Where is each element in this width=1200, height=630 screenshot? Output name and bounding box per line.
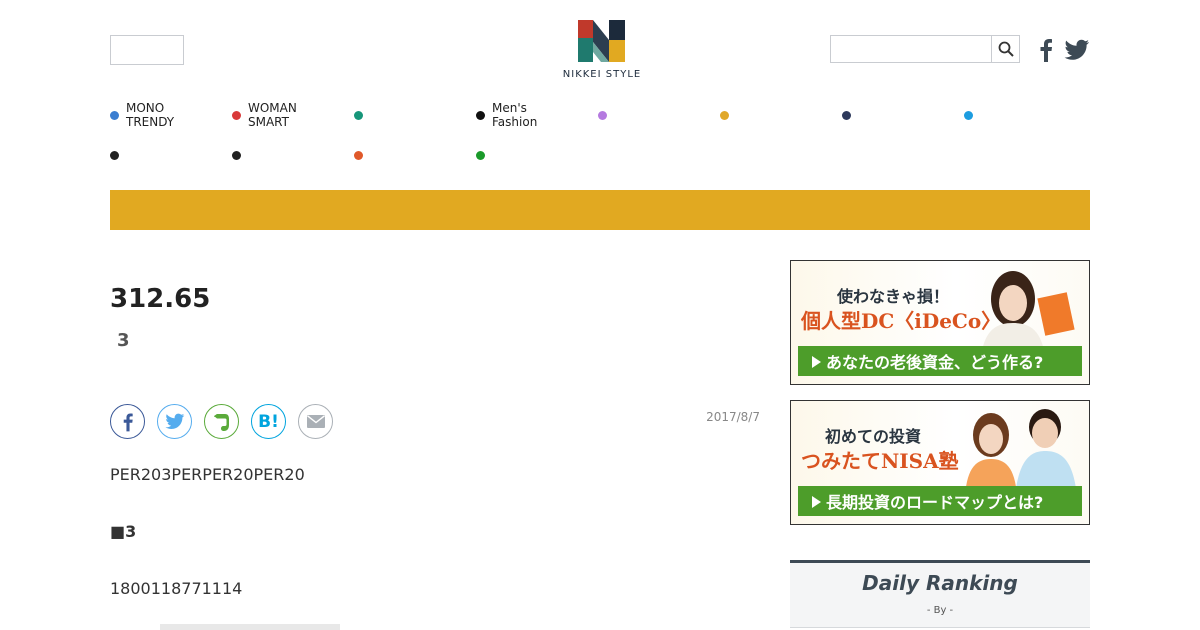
ad-ideco[interactable]: 使わなきゃ損！ 個人型DC〈iDeCo〉 あなたの老後資金、どう作る?	[790, 260, 1090, 385]
ad-cta-button[interactable]: あなたの老後資金、どう作る?	[798, 346, 1082, 376]
ranking-title: Daily Ranking	[862, 571, 1018, 595]
nav-item-category-10[interactable]	[232, 151, 248, 160]
facebook-icon	[1040, 39, 1052, 62]
category-dot-icon	[598, 111, 607, 120]
daily-ranking-panel: Daily Ranking - By -	[790, 560, 1090, 628]
article-paragraph-cutoff	[160, 624, 340, 630]
ad-cta-button[interactable]: 長期投資のロードマップとは?	[798, 486, 1082, 516]
category-dot-icon	[720, 111, 729, 120]
mail-icon	[306, 415, 325, 428]
nav-item-category-8[interactable]	[964, 111, 980, 120]
ad-cta-label: あなたの老後資金、どう作る?	[826, 353, 1044, 372]
ad-nisa[interactable]: 初めての投資 つみたてNISA塾 長期投資のロードマップとは?	[790, 400, 1090, 525]
category-dot-icon	[110, 110, 119, 120]
nav-item-label: WOMAN SMART	[248, 101, 297, 129]
article-date: 2017/8/7	[706, 410, 760, 424]
search-input[interactable]	[831, 36, 991, 62]
ad-headline: 初めての投資	[825, 427, 922, 446]
article-heading: ■3	[110, 522, 137, 541]
nav-item-mens-fashion[interactable]: Men's Fashion	[476, 101, 537, 129]
nav-item-woman-smart[interactable]: WOMAN SMART	[232, 101, 297, 129]
ranking-byline: - By -	[926, 605, 954, 616]
share-facebook-button[interactable]	[110, 404, 145, 439]
category-dot-icon	[476, 151, 485, 160]
category-dot-icon	[232, 151, 241, 160]
share-twitter-button[interactable]	[157, 404, 192, 439]
nav-item-category-5[interactable]	[598, 111, 614, 120]
search-bar	[830, 35, 1020, 63]
nav-item-category-3[interactable]	[354, 111, 370, 120]
facebook-link[interactable]	[1037, 38, 1055, 62]
hatena-bookmark-icon: B!	[258, 411, 279, 432]
section-banner	[110, 190, 1090, 230]
twitter-icon	[1064, 39, 1089, 60]
ad-cta-label: 長期投資のロードマップとは?	[826, 493, 1044, 512]
twitter-icon	[164, 413, 184, 430]
article-title: 312.65	[110, 284, 211, 314]
play-arrow-icon	[812, 356, 821, 368]
ad-title: 個人型DC〈iDeCo〉	[801, 309, 1002, 333]
nav-item-category-7[interactable]	[842, 111, 858, 120]
search-button[interactable]	[991, 36, 1020, 62]
nav-item-label: Men's Fashion	[492, 101, 538, 129]
evernote-icon	[213, 413, 229, 431]
search-icon	[998, 41, 1014, 57]
ad-people-image	[965, 409, 1077, 496]
login-button[interactable]	[110, 35, 184, 65]
category-dot-icon	[110, 151, 119, 160]
nav-item-label: MONO TRENDY	[126, 101, 175, 129]
nav-item-category-9[interactable]	[110, 151, 126, 160]
category-dot-icon	[354, 151, 363, 160]
logo-text: NIKKEI STYLE	[562, 69, 642, 80]
nav-item-mono-trendy[interactable]: MONO TRENDY	[110, 101, 174, 129]
nav-item-category-6[interactable]	[720, 111, 736, 120]
category-dot-icon	[354, 111, 363, 120]
ad-headline: 使わなきゃ損！	[837, 287, 950, 306]
category-dot-icon	[842, 111, 851, 120]
ad-title: つみたてNISA塾	[801, 449, 959, 473]
share-mail-button[interactable]	[298, 404, 333, 439]
category-dot-icon	[476, 110, 485, 120]
article-subtitle: 3	[117, 330, 130, 351]
play-arrow-icon	[812, 496, 821, 508]
twitter-link[interactable]	[1064, 38, 1090, 62]
article-paragraph: PER203PERPER20PER20	[110, 465, 305, 484]
nav-item-category-12[interactable]	[476, 151, 492, 160]
category-dot-icon	[964, 111, 973, 120]
article-paragraph: 1800118771114	[110, 579, 243, 598]
facebook-icon	[123, 412, 133, 431]
share-hatena-button[interactable]: B!	[251, 404, 286, 439]
nav-item-category-11[interactable]	[354, 151, 370, 160]
logo-mark	[578, 20, 625, 62]
share-evernote-button[interactable]	[204, 404, 239, 439]
category-dot-icon	[232, 110, 241, 120]
